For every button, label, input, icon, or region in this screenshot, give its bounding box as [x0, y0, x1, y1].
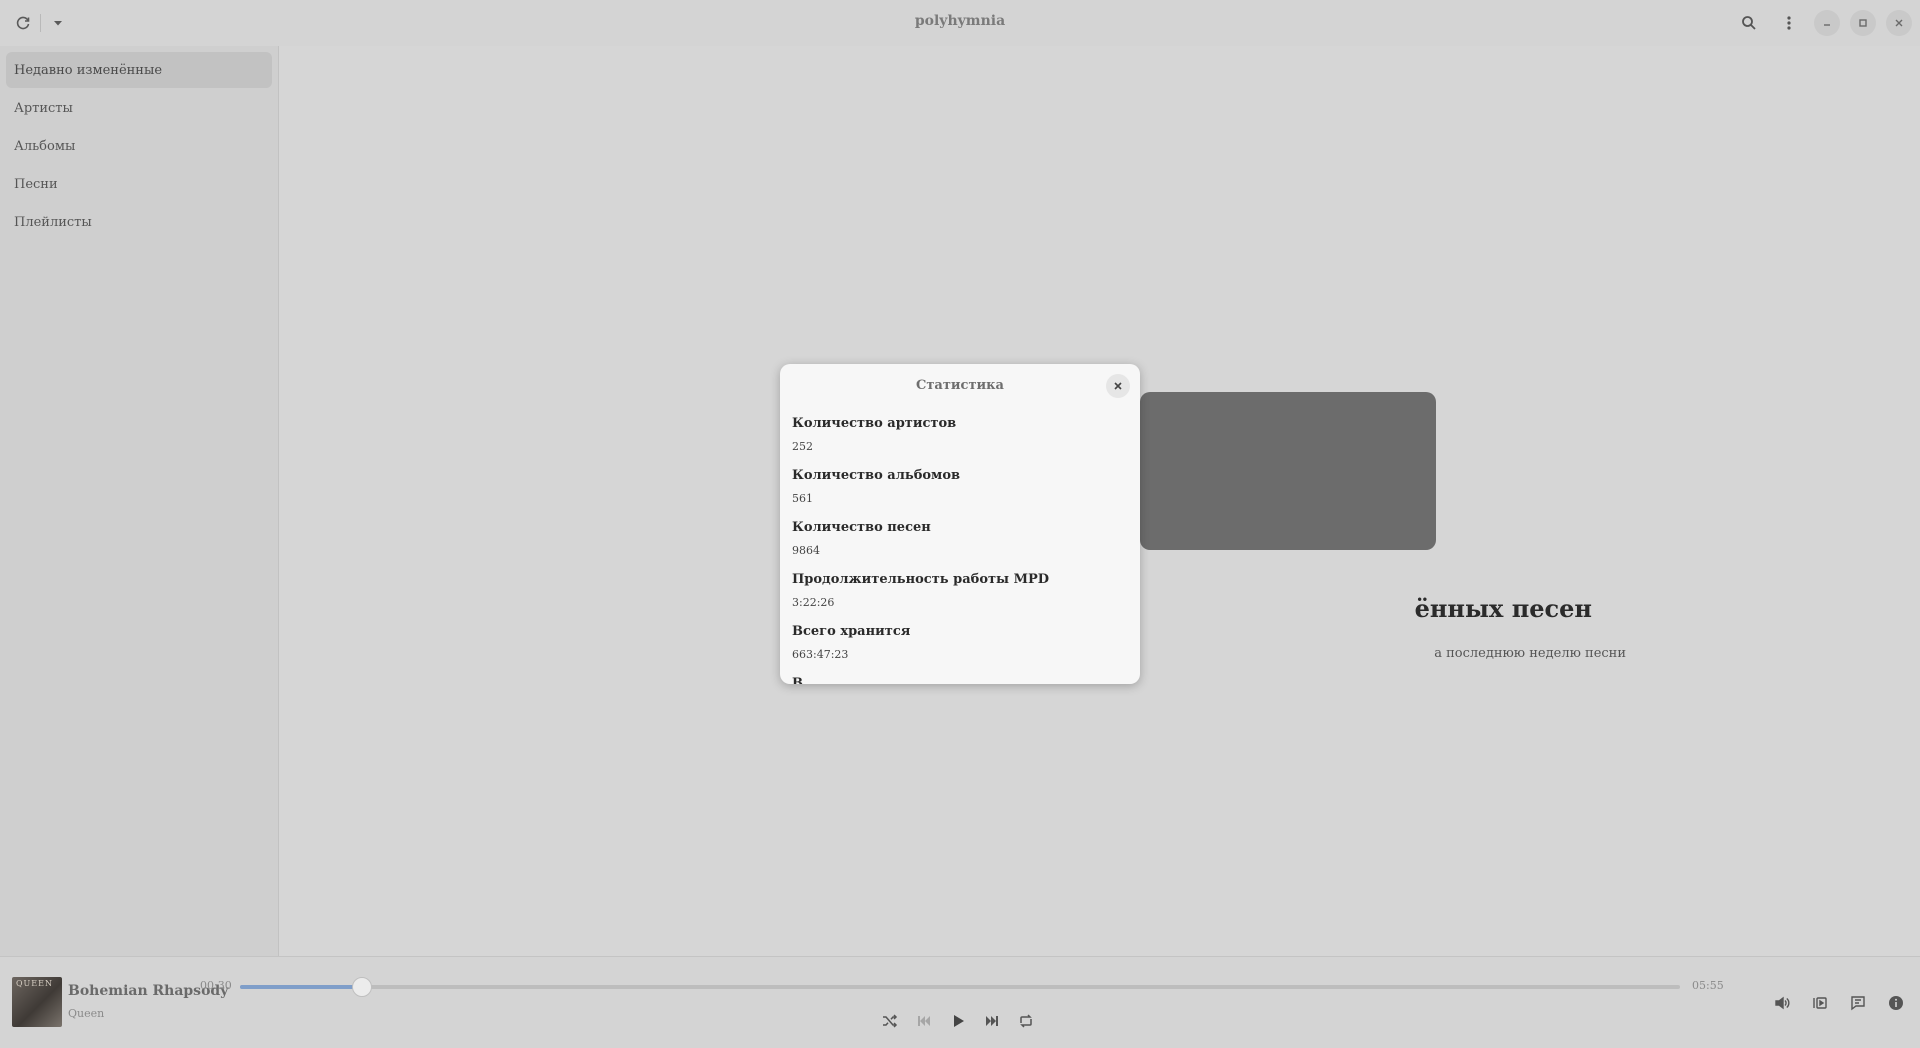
dialog-body[interactable]: Количество артистов 252 Количество альбо… [792, 414, 1128, 684]
stat-next-partial: В [792, 674, 1128, 684]
empty-state-subtitle: а последнюю неделю песни [1434, 646, 1626, 661]
chevron-down-icon [54, 21, 62, 26]
album-cover[interactable]: QUEEN [12, 977, 62, 1027]
sidebar-item-label: Песни [14, 176, 58, 192]
header-left-group [10, 10, 71, 36]
album-cover-text: QUEEN [16, 979, 53, 988]
info-icon [1889, 996, 1903, 1010]
close-icon [1895, 19, 1903, 27]
previous-button[interactable] [912, 1009, 936, 1033]
skip-next-icon [986, 1016, 998, 1026]
track-info-button[interactable] [1884, 991, 1908, 1015]
sidebar: Недавно изменённые Артисты Альбомы Песни… [0, 46, 279, 956]
stat-songs-count: Количество песен 9864 [792, 518, 1128, 562]
playback-controls [878, 1009, 1038, 1033]
stat-value: 9864 [792, 544, 820, 557]
stat-label: Количество песен [792, 520, 931, 535]
kebab-menu-icon [1787, 16, 1791, 30]
maximize-button[interactable] [1850, 10, 1876, 36]
refresh-icon [16, 16, 30, 30]
stat-albums-count: Количество альбомов 561 [792, 466, 1128, 510]
play-icon [954, 1015, 964, 1027]
sidebar-item-songs[interactable]: Песни [6, 166, 272, 202]
stat-label: Количество артистов [792, 416, 957, 431]
sidebar-item-albums[interactable]: Альбомы [6, 128, 272, 164]
seek-bar-handle[interactable] [352, 977, 373, 997]
volume-icon [1775, 996, 1790, 1010]
next-button[interactable] [980, 1009, 1004, 1033]
sidebar-item-label: Альбомы [14, 138, 76, 154]
stat-value: 252 [792, 440, 813, 453]
close-icon [1114, 382, 1122, 390]
empty-state-illustration [1140, 392, 1436, 550]
volume-button[interactable] [1770, 991, 1794, 1015]
sidebar-item-label: Недавно изменённые [14, 62, 163, 78]
dialog-title: Статистика [916, 378, 1004, 393]
sidebar-item-artists[interactable]: Артисты [6, 90, 272, 126]
minimize-icon [1824, 24, 1830, 26]
maximize-icon [1859, 19, 1867, 27]
header-right-group [1734, 9, 1912, 37]
statistics-dialog: Статистика Количество артистов 252 Колич… [780, 364, 1140, 684]
queue-icon [1813, 997, 1827, 1009]
time-current: 00:30 [200, 979, 232, 992]
window-title: polyhymnia [914, 13, 1006, 29]
lyrics-icon [1851, 996, 1865, 1011]
stat-value: 3:22:26 [792, 596, 835, 609]
skip-previous-icon [918, 1016, 930, 1026]
minimize-button[interactable] [1814, 10, 1840, 36]
stat-total-stored: Всего хранится 663:47:23 [792, 622, 1128, 666]
shuffle-icon [883, 1014, 898, 1028]
queue-button[interactable] [1808, 991, 1832, 1015]
dialog-close-button[interactable] [1106, 374, 1130, 398]
search-icon [1742, 16, 1756, 30]
sidebar-item-playlists[interactable]: Плейлисты [6, 204, 272, 240]
play-button[interactable] [946, 1009, 970, 1033]
header-separator [40, 14, 41, 32]
sidebar-item-label: Плейлисты [14, 214, 92, 230]
sidebar-item-label: Артисты [14, 100, 73, 116]
stat-label: Количество альбомов [792, 468, 961, 483]
seek-bar-fill [240, 985, 363, 989]
player-bar: QUEEN Bohemian Rhapsody Queen 00:30 05:5… [0, 956, 1920, 1048]
stat-label: Продолжительность работы MPD [792, 572, 1050, 587]
search-button[interactable] [1734, 9, 1764, 37]
lyrics-button[interactable] [1846, 991, 1870, 1015]
close-window-button[interactable] [1886, 10, 1912, 36]
stat-label: В [792, 676, 803, 684]
time-total: 05:55 [1692, 979, 1724, 992]
shuffle-button[interactable] [878, 1009, 902, 1033]
stat-label: Всего хранится [792, 624, 911, 639]
seek-bar[interactable] [240, 977, 1680, 997]
stat-artists-count: Количество артистов 252 [792, 414, 1128, 458]
sidebar-item-recently-modified[interactable]: Недавно изменённые [6, 52, 272, 88]
main-menu-button[interactable] [1774, 9, 1804, 37]
stat-value: 663:47:23 [792, 648, 849, 661]
repeat-icon [1020, 1014, 1032, 1028]
stat-mpd-uptime: Продолжительность работы MPD 3:22:26 [792, 570, 1128, 614]
repeat-button[interactable] [1014, 1009, 1038, 1033]
refresh-options-dropdown[interactable] [45, 10, 71, 36]
empty-state-title: ённых песен [1414, 594, 1592, 623]
stat-value: 561 [792, 492, 813, 505]
track-artist: Queen [68, 1007, 105, 1020]
header-bar: polyhymnia [0, 0, 1920, 46]
player-extra-controls [1770, 991, 1908, 1015]
refresh-button[interactable] [10, 10, 36, 36]
